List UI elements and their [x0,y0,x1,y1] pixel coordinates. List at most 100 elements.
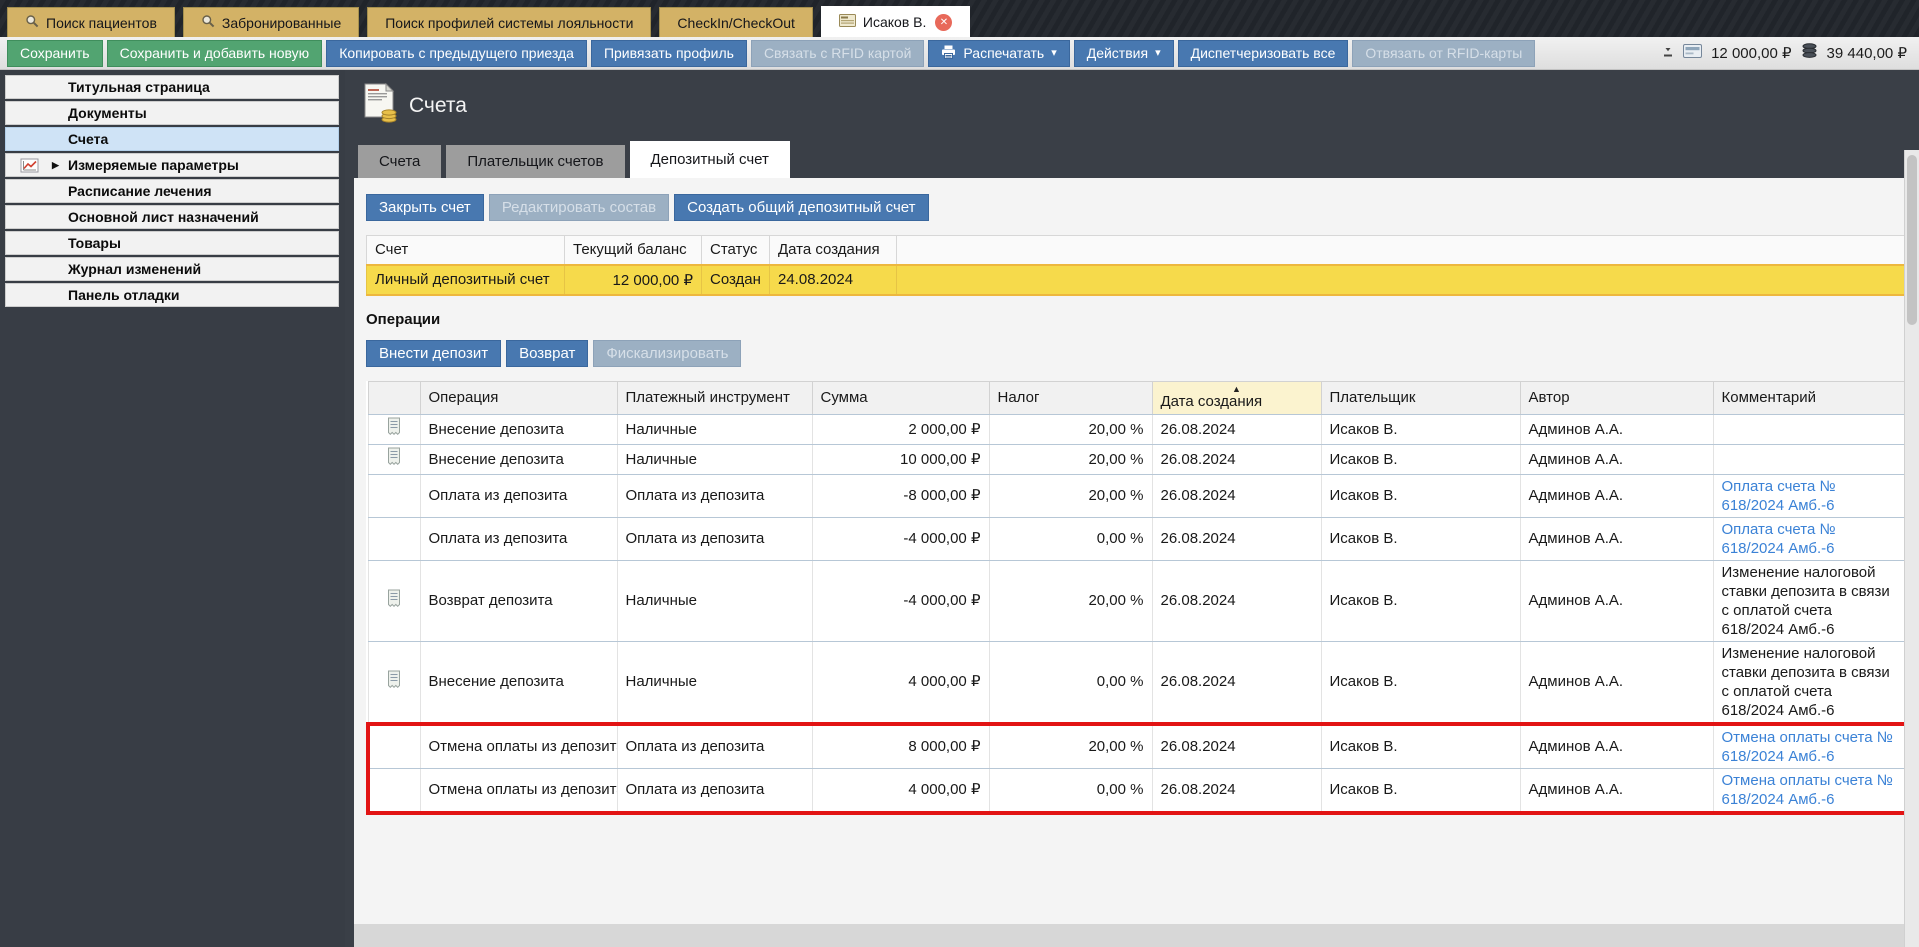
operation-amount-cell: 2 000,00 ₽ [812,414,989,444]
toolbar-button-2[interactable]: Копировать с предыдущего приезда ▾ [326,40,587,67]
operation-action-button-0[interactable]: Внести депозит [366,340,501,367]
operation-row-4[interactable]: Возврат депозита Наличные -4 000,00 ₽ 20… [368,560,1904,641]
operation-row-0[interactable]: Внесение депозита Наличные 2 000,00 ₽ 20… [368,414,1904,444]
operation-tax-cell: 20,00 % [989,414,1152,444]
section-tabs: Счета Плательщик счетов Депозитный счет [358,141,790,178]
operation-comment[interactable]: Оплата счета № 618/2024 Амб.-6 [1722,521,1836,557]
operation-instrument-cell: Оплата из депозита [617,474,812,517]
toolbar-button-label: Отвязать от RFID-карты [1365,45,1522,61]
operations-header-amount[interactable]: Сумма [812,381,989,414]
sidebar-item-5[interactable]: ▶ Основной лист назначений [5,205,339,229]
operation-author-cell: Админов А.А. [1520,414,1713,444]
operation-comment[interactable]: Отмена оплаты счета № 618/2024 Амб.-6 [1722,729,1893,765]
accounts-header-filler [897,236,1905,265]
close-icon[interactable]: ✕ [935,14,952,31]
operations-header-operation[interactable]: Операция [420,381,617,414]
patient-tab-0[interactable]: Поиск пациентов ✕ [7,7,175,37]
sidebar-item-3[interactable]: ▶ Измеряемые параметры [5,153,339,177]
toolbar-button-0[interactable]: Сохранить ▾ [7,40,103,67]
operations-table-body: Внесение депозита Наличные 2 000,00 ₽ 20… [368,414,1904,813]
operation-amount-cell: -8 000,00 ₽ [812,474,989,517]
operation-row-2[interactable]: Оплата из депозита Оплата из депозита -8… [368,474,1904,517]
operation-type-cell: Оплата из депозита [420,517,617,560]
sidebar-item-label: Основной лист назначений [68,209,259,225]
receipt-icon [387,417,401,436]
operation-action-button-2[interactable]: Фискализировать [593,340,741,367]
search-icon [201,14,215,31]
operation-date-cell: 26.08.2024 [1152,474,1321,517]
operation-author-cell: Админов А.А. [1520,560,1713,641]
operation-row-7[interactable]: Отмена оплаты из депозита Оплата из депо… [368,768,1904,813]
operations-header-comment[interactable]: Комментарий [1713,381,1904,414]
operation-amount-cell: 4 000,00 ₽ [812,641,989,724]
operations-header-author[interactable]: Автор [1520,381,1713,414]
scrollbar-thumb[interactable] [1907,155,1917,325]
operation-row-6[interactable]: Отмена оплаты из депозита Оплата из депо… [368,724,1904,769]
operation-amount-cell: 8 000,00 ₽ [812,724,989,769]
section-tab-2[interactable]: Депозитный счет [630,141,790,178]
operation-row-5[interactable]: Внесение депозита Наличные 4 000,00 ₽ 0,… [368,641,1904,724]
patient-tab-3[interactable]: CheckIn/CheckOut ✕ [659,7,813,37]
deposit-account-row[interactable]: Личный депозитный счет 12 000,00 ₽ Созда… [367,265,1905,295]
operation-row-1[interactable]: Внесение депозита Наличные 10 000,00 ₽ 2… [368,444,1904,474]
operation-type-cell: Внесение депозита [420,444,617,474]
sidebar: ▶ Титульная страница ▶ Документы ▶ Счета… [0,70,345,947]
account-action-button-0[interactable]: Закрыть счет [366,194,484,221]
toolbar-button-8[interactable]: Отвязать от RFID-карты ▾ [1352,40,1535,67]
accounts-header-account[interactable]: Счет [367,236,565,265]
patient-card-icon [839,14,856,30]
operation-instrument-cell: Наличные [617,560,812,641]
patient-tab-1[interactable]: Забронированные ✕ [183,7,359,37]
toolbar-button-4[interactable]: Связать с RFID картой ▾ [751,40,924,67]
page-title-block: Счета [362,83,467,128]
accounts-header-balance[interactable]: Текущий баланс [565,236,702,265]
section-tab-1[interactable]: Плательщик счетов [446,145,624,178]
operation-comment[interactable]: Оплата счета № 618/2024 Амб.-6 [1722,478,1836,514]
operations-header-tax[interactable]: Налог [989,381,1152,414]
sidebar-item-1[interactable]: ▶ Документы [5,101,339,125]
operation-date-cell: 26.08.2024 [1152,768,1321,813]
toolbar-button-3[interactable]: Привязать профиль ▾ [591,40,747,67]
operation-type-cell: Внесение депозита [420,641,617,724]
operations-header-row: Операция Платежный инструмент Сумма Нало… [368,381,1904,414]
patient-tab-4[interactable]: Исаков В. ✕ [821,6,970,37]
chevron-down-icon: ▾ [1051,48,1057,59]
sidebar-item-label: Титульная страница [68,79,210,95]
accounts-header-created[interactable]: Дата создания [770,236,897,265]
operation-payer-cell: Исаков В. [1321,474,1520,517]
sidebar-item-0[interactable]: ▶ Титульная страница [5,75,339,99]
sidebar-item-8[interactable]: ▶ Панель отладки [5,283,339,307]
sidebar-item-6[interactable]: ▶ Товары [5,231,339,255]
collapse-toolbar-icon[interactable] [1662,44,1674,62]
patient-tab-label: Исаков В. [863,14,926,30]
patient-tab-2[interactable]: Поиск профилей системы лояльности ✕ [367,7,651,37]
toolbar-button-7[interactable]: Диспетчеризовать все ▾ [1178,40,1349,67]
expand-arrow-icon[interactable]: ▶ [52,160,59,171]
toolbar-button-1[interactable]: Сохранить и добавить новую ▾ [107,40,323,67]
section-tab-label: Депозитный счет [651,151,769,168]
account-action-button-1[interactable]: Редактировать состав [489,194,669,221]
sidebar-item-4[interactable]: ▶ Расписание лечения [5,179,339,203]
operation-instrument-cell: Оплата из депозита [617,517,812,560]
operations-table: Операция Платежный инструмент Сумма Нало… [366,381,1904,815]
operation-action-button-1[interactable]: Возврат [506,340,588,367]
operations-header-created-sorted[interactable]: ▲ Дата создания [1152,381,1321,414]
accounts-header-status[interactable]: Статус [702,236,770,265]
operation-date-cell: 26.08.2024 [1152,414,1321,444]
account-action-button-2[interactable]: Создать общий депозитный счет [674,194,928,221]
sidebar-item-7[interactable]: ▶ Журнал изменений [5,257,339,281]
operation-type-cell: Отмена оплаты из депозита [420,724,617,769]
receipt-icon [387,670,401,689]
operations-header-payer[interactable]: Плательщик [1321,381,1520,414]
vertical-scrollbar[interactable] [1904,150,1919,947]
printer-icon [941,45,956,62]
operation-comment[interactable]: Отмена оплаты счета № 618/2024 Амб.-6 [1722,772,1893,808]
toolbar-button-6[interactable]: Действия ▾ [1074,40,1174,67]
operations-header-instrument[interactable]: Платежный инструмент [617,381,812,414]
operation-row-3[interactable]: Оплата из депозита Оплата из депозита -4… [368,517,1904,560]
section-tab-0[interactable]: Счета [358,145,441,178]
card-balance-icon [1683,44,1702,62]
operation-instrument-cell: Оплата из депозита [617,724,812,769]
toolbar-button-5[interactable]: Распечатать ▾ [928,40,1069,67]
sidebar-item-2[interactable]: ▶ Счета [5,127,339,151]
